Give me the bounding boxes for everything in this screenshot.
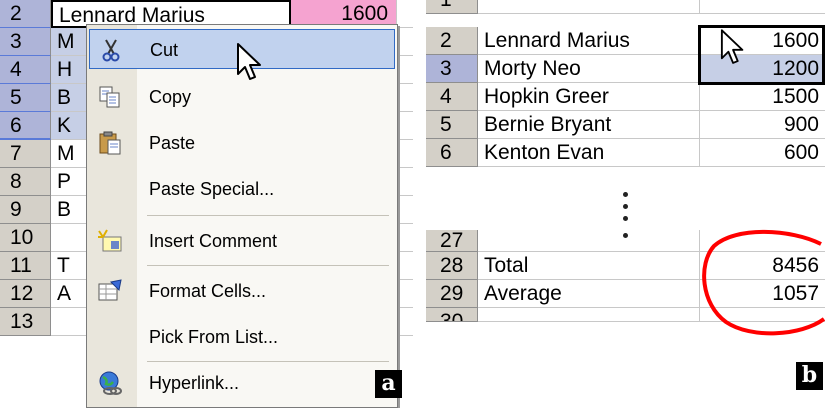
menu-item-label: Hyperlink...: [149, 373, 240, 393]
cell-empty[interactable]: [396, 196, 413, 224]
clipboard-icon: [97, 130, 123, 156]
row-header[interactable]: 2: [426, 27, 478, 55]
menu-item-paste-special[interactable]: Paste Special...: [89, 169, 395, 209]
mouse-pointer-icon: [237, 43, 261, 80]
menu-item-insert-comment[interactable]: Insert Comment: [89, 221, 395, 261]
cell-name[interactable]: Hopkin Greer: [478, 83, 700, 111]
scissors-icon: [98, 37, 124, 63]
cell-name[interactable]: Kenton Evan: [478, 139, 700, 167]
cell-empty[interactable]: [396, 112, 413, 140]
menu-item-hyperlink[interactable]: Hyperlink...: [89, 363, 395, 403]
cell-empty[interactable]: [396, 84, 413, 112]
menu-item-label: Paste Special...: [149, 179, 275, 199]
cell-empty[interactable]: [396, 308, 413, 336]
cell-name[interactable]: [478, 230, 700, 252]
row-header[interactable]: 4: [426, 83, 478, 111]
menu-item-pick-from-list[interactable]: Pick From List...: [89, 317, 395, 357]
menu-separator: [147, 265, 389, 266]
cell-name[interactable]: [478, 308, 700, 322]
row-header[interactable]: 7: [0, 140, 51, 168]
cell-value[interactable]: [700, 0, 825, 14]
row-header[interactable]: 10: [0, 224, 51, 252]
cell-empty[interactable]: [396, 56, 413, 84]
ellipsis-dot: [623, 216, 628, 221]
spreadsheet-panel-b: 1 2 Lennard Marius 1600 3 Morty Neo 1200…: [426, 0, 825, 408]
row-header[interactable]: 6: [426, 139, 478, 167]
format-cells-icon: [97, 278, 123, 304]
cell-name[interactable]: Bernie Bryant: [478, 111, 700, 139]
globe-link-icon: [97, 370, 123, 396]
menu-item-label: Insert Comment: [149, 231, 278, 251]
panel-badge: b: [796, 362, 823, 390]
row-header[interactable]: 3: [0, 28, 51, 56]
cell-name[interactable]: Average: [478, 280, 700, 308]
row-header[interactable]: 30: [426, 308, 478, 322]
comment-icon: [97, 228, 123, 254]
cell-empty[interactable]: [396, 168, 413, 196]
cell-empty[interactable]: [396, 140, 413, 168]
selection-border: [698, 25, 825, 85]
row-header[interactable]: 28: [426, 252, 478, 280]
row-header[interactable]: 5: [0, 84, 51, 112]
row-header[interactable]: 6: [0, 112, 51, 140]
panel-badge: a: [375, 370, 402, 398]
copy-icon: [97, 84, 123, 110]
menu-item-label: Cut: [150, 40, 179, 60]
ellipsis-dot: [623, 204, 628, 209]
row-header[interactable]: 13: [0, 308, 51, 336]
row-header[interactable]: 9: [0, 196, 51, 224]
row-header[interactable]: 12: [0, 280, 51, 308]
row-header[interactable]: 8: [0, 168, 51, 196]
row-header[interactable]: 27: [426, 230, 478, 252]
cell-empty[interactable]: [396, 0, 413, 28]
spreadsheet-panel-a: 2 Lennard Marius 1600 3 M 0 4 H 0 5 B 0 …: [0, 0, 413, 408]
cell-empty[interactable]: [396, 224, 413, 252]
cell-empty[interactable]: [396, 280, 413, 308]
cell-name[interactable]: Morty Neo: [478, 55, 700, 83]
menu-item-paste[interactable]: Paste: [89, 123, 395, 163]
row-header[interactable]: 11: [0, 252, 51, 280]
cell-name[interactable]: [478, 0, 700, 14]
row-header[interactable]: 5: [426, 111, 478, 139]
cell-name[interactable]: Lennard Marius: [478, 27, 700, 55]
row-header[interactable]: 29: [426, 280, 478, 308]
red-highlight-circle: [702, 229, 825, 336]
row-header[interactable]: 4: [0, 56, 51, 84]
menu-item-label: Paste: [149, 133, 196, 153]
row-header[interactable]: 3: [426, 55, 478, 83]
cell-value[interactable]: 600: [700, 139, 825, 167]
row-header[interactable]: 1: [426, 0, 478, 14]
menu-separator: [147, 361, 389, 362]
menu-item-label: Copy: [149, 87, 192, 107]
ellipsis-dot: [623, 192, 628, 197]
menu-item-format-cells[interactable]: Format Cells...: [89, 271, 395, 311]
cell-empty[interactable]: [396, 252, 413, 280]
mouse-pointer-icon: [720, 29, 744, 64]
menu-item-label: Format Cells...: [149, 281, 267, 301]
cell-value[interactable]: 900: [700, 111, 825, 139]
menu-separator: [147, 215, 389, 216]
cell-value[interactable]: 1500: [700, 83, 825, 111]
row-header[interactable]: 2: [0, 0, 51, 28]
cell-empty[interactable]: [396, 28, 413, 56]
cell-name[interactable]: Total: [478, 252, 700, 280]
menu-item-label: Pick From List...: [149, 327, 279, 347]
